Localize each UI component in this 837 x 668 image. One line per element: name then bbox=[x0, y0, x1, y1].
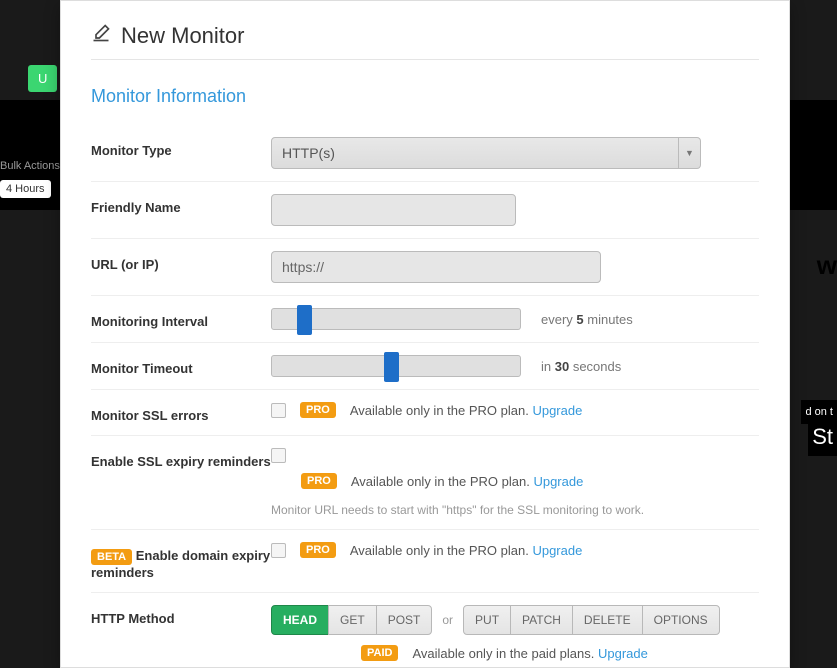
bg-right-text: g e bbox=[799, 150, 837, 181]
http-method-group-1: HEADGETPOST bbox=[271, 605, 432, 635]
pro-badge: PRO bbox=[301, 473, 337, 489]
pro-notice-text: Available only in the PRO plan. Upgrade bbox=[350, 403, 582, 418]
upgrade-link[interactable]: Upgrade bbox=[532, 403, 582, 418]
paid-badge: PAID bbox=[361, 645, 398, 661]
upgrade-link[interactable]: Upgrade bbox=[598, 646, 648, 661]
http-method-patch[interactable]: PATCH bbox=[510, 605, 573, 635]
row-interval: Monitoring Interval every 5 minutes bbox=[91, 296, 759, 343]
http-method-group-2: PUTPATCHDELETEOPTIONS bbox=[463, 605, 720, 635]
modal-title-text: New Monitor bbox=[121, 23, 244, 49]
bg-store-text: St bbox=[808, 418, 837, 456]
pro-notice-text: Available only in the PRO plan. Upgrade bbox=[350, 543, 582, 558]
row-friendly-name: Friendly Name bbox=[91, 182, 759, 239]
paid-notice-text: Available only in the paid plans. Upgrad… bbox=[412, 646, 647, 661]
pro-badge: PRO bbox=[300, 402, 336, 418]
label-url: URL (or IP) bbox=[91, 251, 271, 272]
row-monitor-type: Monitor Type HTTP(s) ▼ bbox=[91, 125, 759, 182]
bg-right-text: w bbox=[817, 250, 837, 281]
upgrade-link[interactable]: Upgrade bbox=[533, 474, 583, 489]
timeout-slider-handle[interactable] bbox=[384, 352, 399, 382]
row-http-method: HTTP Method HEADGETPOST or PUTPATCHDELET… bbox=[91, 593, 759, 668]
timeout-value-label: in 30 seconds bbox=[541, 359, 621, 374]
ssl-hint-text: Monitor URL needs to start with "https" … bbox=[271, 503, 759, 517]
section-title: Monitor Information bbox=[91, 86, 759, 107]
http-method-head[interactable]: HEAD bbox=[271, 605, 329, 635]
row-url: URL (or IP) bbox=[91, 239, 759, 296]
label-monitor-type: Monitor Type bbox=[91, 137, 271, 158]
row-timeout: Monitor Timeout in 30 seconds bbox=[91, 343, 759, 390]
ssl-errors-checkbox[interactable] bbox=[271, 403, 286, 418]
pro-badge: PRO bbox=[300, 542, 336, 558]
modal-title: New Monitor bbox=[91, 23, 759, 60]
http-method-post[interactable]: POST bbox=[376, 605, 433, 635]
bg-upgrade-button: U bbox=[28, 65, 57, 92]
bg-hours-pill: 4 Hours bbox=[0, 180, 51, 198]
timeout-slider[interactable] bbox=[271, 355, 521, 377]
bg-bulk-actions: Bulk Actions bbox=[0, 160, 60, 172]
http-method-delete[interactable]: DELETE bbox=[572, 605, 643, 635]
monitor-type-select[interactable]: HTTP(s) ▼ bbox=[271, 137, 701, 169]
url-input[interactable] bbox=[271, 251, 601, 283]
label-interval: Monitoring Interval bbox=[91, 308, 271, 329]
http-method-get[interactable]: GET bbox=[328, 605, 377, 635]
interval-slider[interactable] bbox=[271, 308, 521, 330]
row-ssl-errors: Monitor SSL errors PRO Available only in… bbox=[91, 390, 759, 436]
edit-icon bbox=[91, 23, 111, 49]
friendly-name-input[interactable] bbox=[271, 194, 516, 226]
label-ssl-errors: Monitor SSL errors bbox=[91, 402, 271, 423]
http-method-options[interactable]: OPTIONS bbox=[642, 605, 720, 635]
label-friendly-name: Friendly Name bbox=[91, 194, 271, 215]
upgrade-link[interactable]: Upgrade bbox=[532, 543, 582, 558]
label-timeout: Monitor Timeout bbox=[91, 355, 271, 376]
label-http-method: HTTP Method bbox=[91, 605, 271, 626]
label-ssl-expiry: Enable SSL expiry reminders bbox=[91, 448, 271, 469]
pro-notice-text: Available only in the PRO plan. Upgrade bbox=[351, 474, 583, 489]
row-ssl-expiry: Enable SSL expiry reminders PRO Availabl… bbox=[91, 436, 759, 530]
new-monitor-modal: New Monitor Monitor Information Monitor … bbox=[60, 0, 790, 668]
label-domain-expiry: BETA Enable domain expiry reminders bbox=[91, 542, 271, 580]
row-domain-expiry: BETA Enable domain expiry reminders PRO … bbox=[91, 530, 759, 593]
beta-badge: BETA bbox=[91, 549, 132, 565]
http-method-put[interactable]: PUT bbox=[463, 605, 511, 635]
interval-value-label: every 5 minutes bbox=[541, 312, 633, 327]
or-text: or bbox=[442, 613, 453, 627]
ssl-expiry-checkbox[interactable] bbox=[271, 448, 286, 463]
domain-expiry-checkbox[interactable] bbox=[271, 543, 286, 558]
chevron-down-icon[interactable]: ▼ bbox=[679, 137, 701, 169]
monitor-type-select-value[interactable]: HTTP(s) bbox=[271, 137, 679, 169]
interval-slider-handle[interactable] bbox=[297, 305, 312, 335]
